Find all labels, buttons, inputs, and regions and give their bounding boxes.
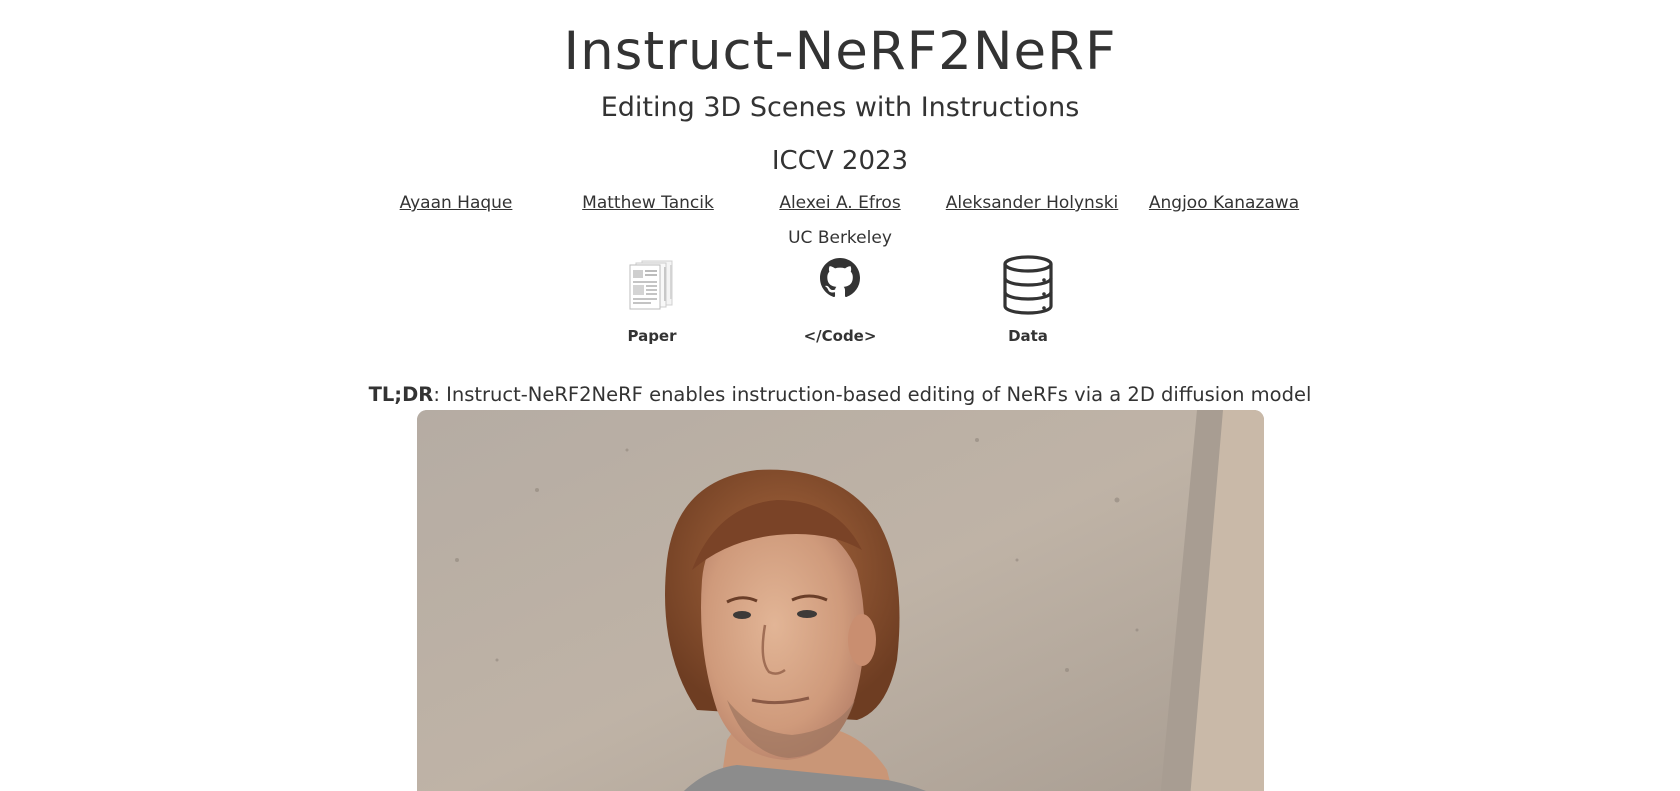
author-list: Ayaan Haque Matthew Tancik Alexei A. Efr… xyxy=(0,190,1680,216)
paper-thumbnail-icon xyxy=(592,254,712,316)
author-link[interactable]: Aleksander Holynski xyxy=(946,190,1119,216)
data-link[interactable]: Data xyxy=(968,254,1088,346)
code-link[interactable]: </Code> xyxy=(780,254,900,346)
data-label: Data xyxy=(1008,327,1048,345)
resource-links: Paper </Code> Data xyxy=(0,254,1680,348)
project-page: Instruct-NeRF2NeRF Editing 3D Scenes wit… xyxy=(0,0,1680,791)
author-link[interactable]: Ayaan Haque xyxy=(400,190,513,216)
venue-label: ICCV 2023 xyxy=(771,146,909,176)
tldr-text: : Instruct-NeRF2NeRF enables instruction… xyxy=(433,383,1312,406)
teaser-video[interactable] xyxy=(417,410,1264,791)
page-subtitle: Editing 3D Scenes with Instructions xyxy=(600,92,1080,123)
page-title: Instruct-NeRF2NeRF xyxy=(563,21,1117,82)
paper-label: Paper xyxy=(627,327,677,345)
database-icon xyxy=(968,254,1088,316)
code-label: </Code> xyxy=(803,327,877,345)
tldr-summary: TL;DR: Instruct-NeRF2NeRF enables instru… xyxy=(0,381,1680,409)
affiliation: UC Berkeley xyxy=(788,228,892,248)
github-icon xyxy=(780,254,900,316)
video-frame-image xyxy=(417,410,1264,791)
author-link[interactable]: Alexei A. Efros xyxy=(779,190,900,216)
tldr-prefix: TL;DR xyxy=(368,383,434,406)
author-link[interactable]: Angjoo Kanazawa xyxy=(1149,190,1299,216)
author-link[interactable]: Matthew Tancik xyxy=(582,190,714,216)
paper-link[interactable]: Paper xyxy=(592,254,712,346)
